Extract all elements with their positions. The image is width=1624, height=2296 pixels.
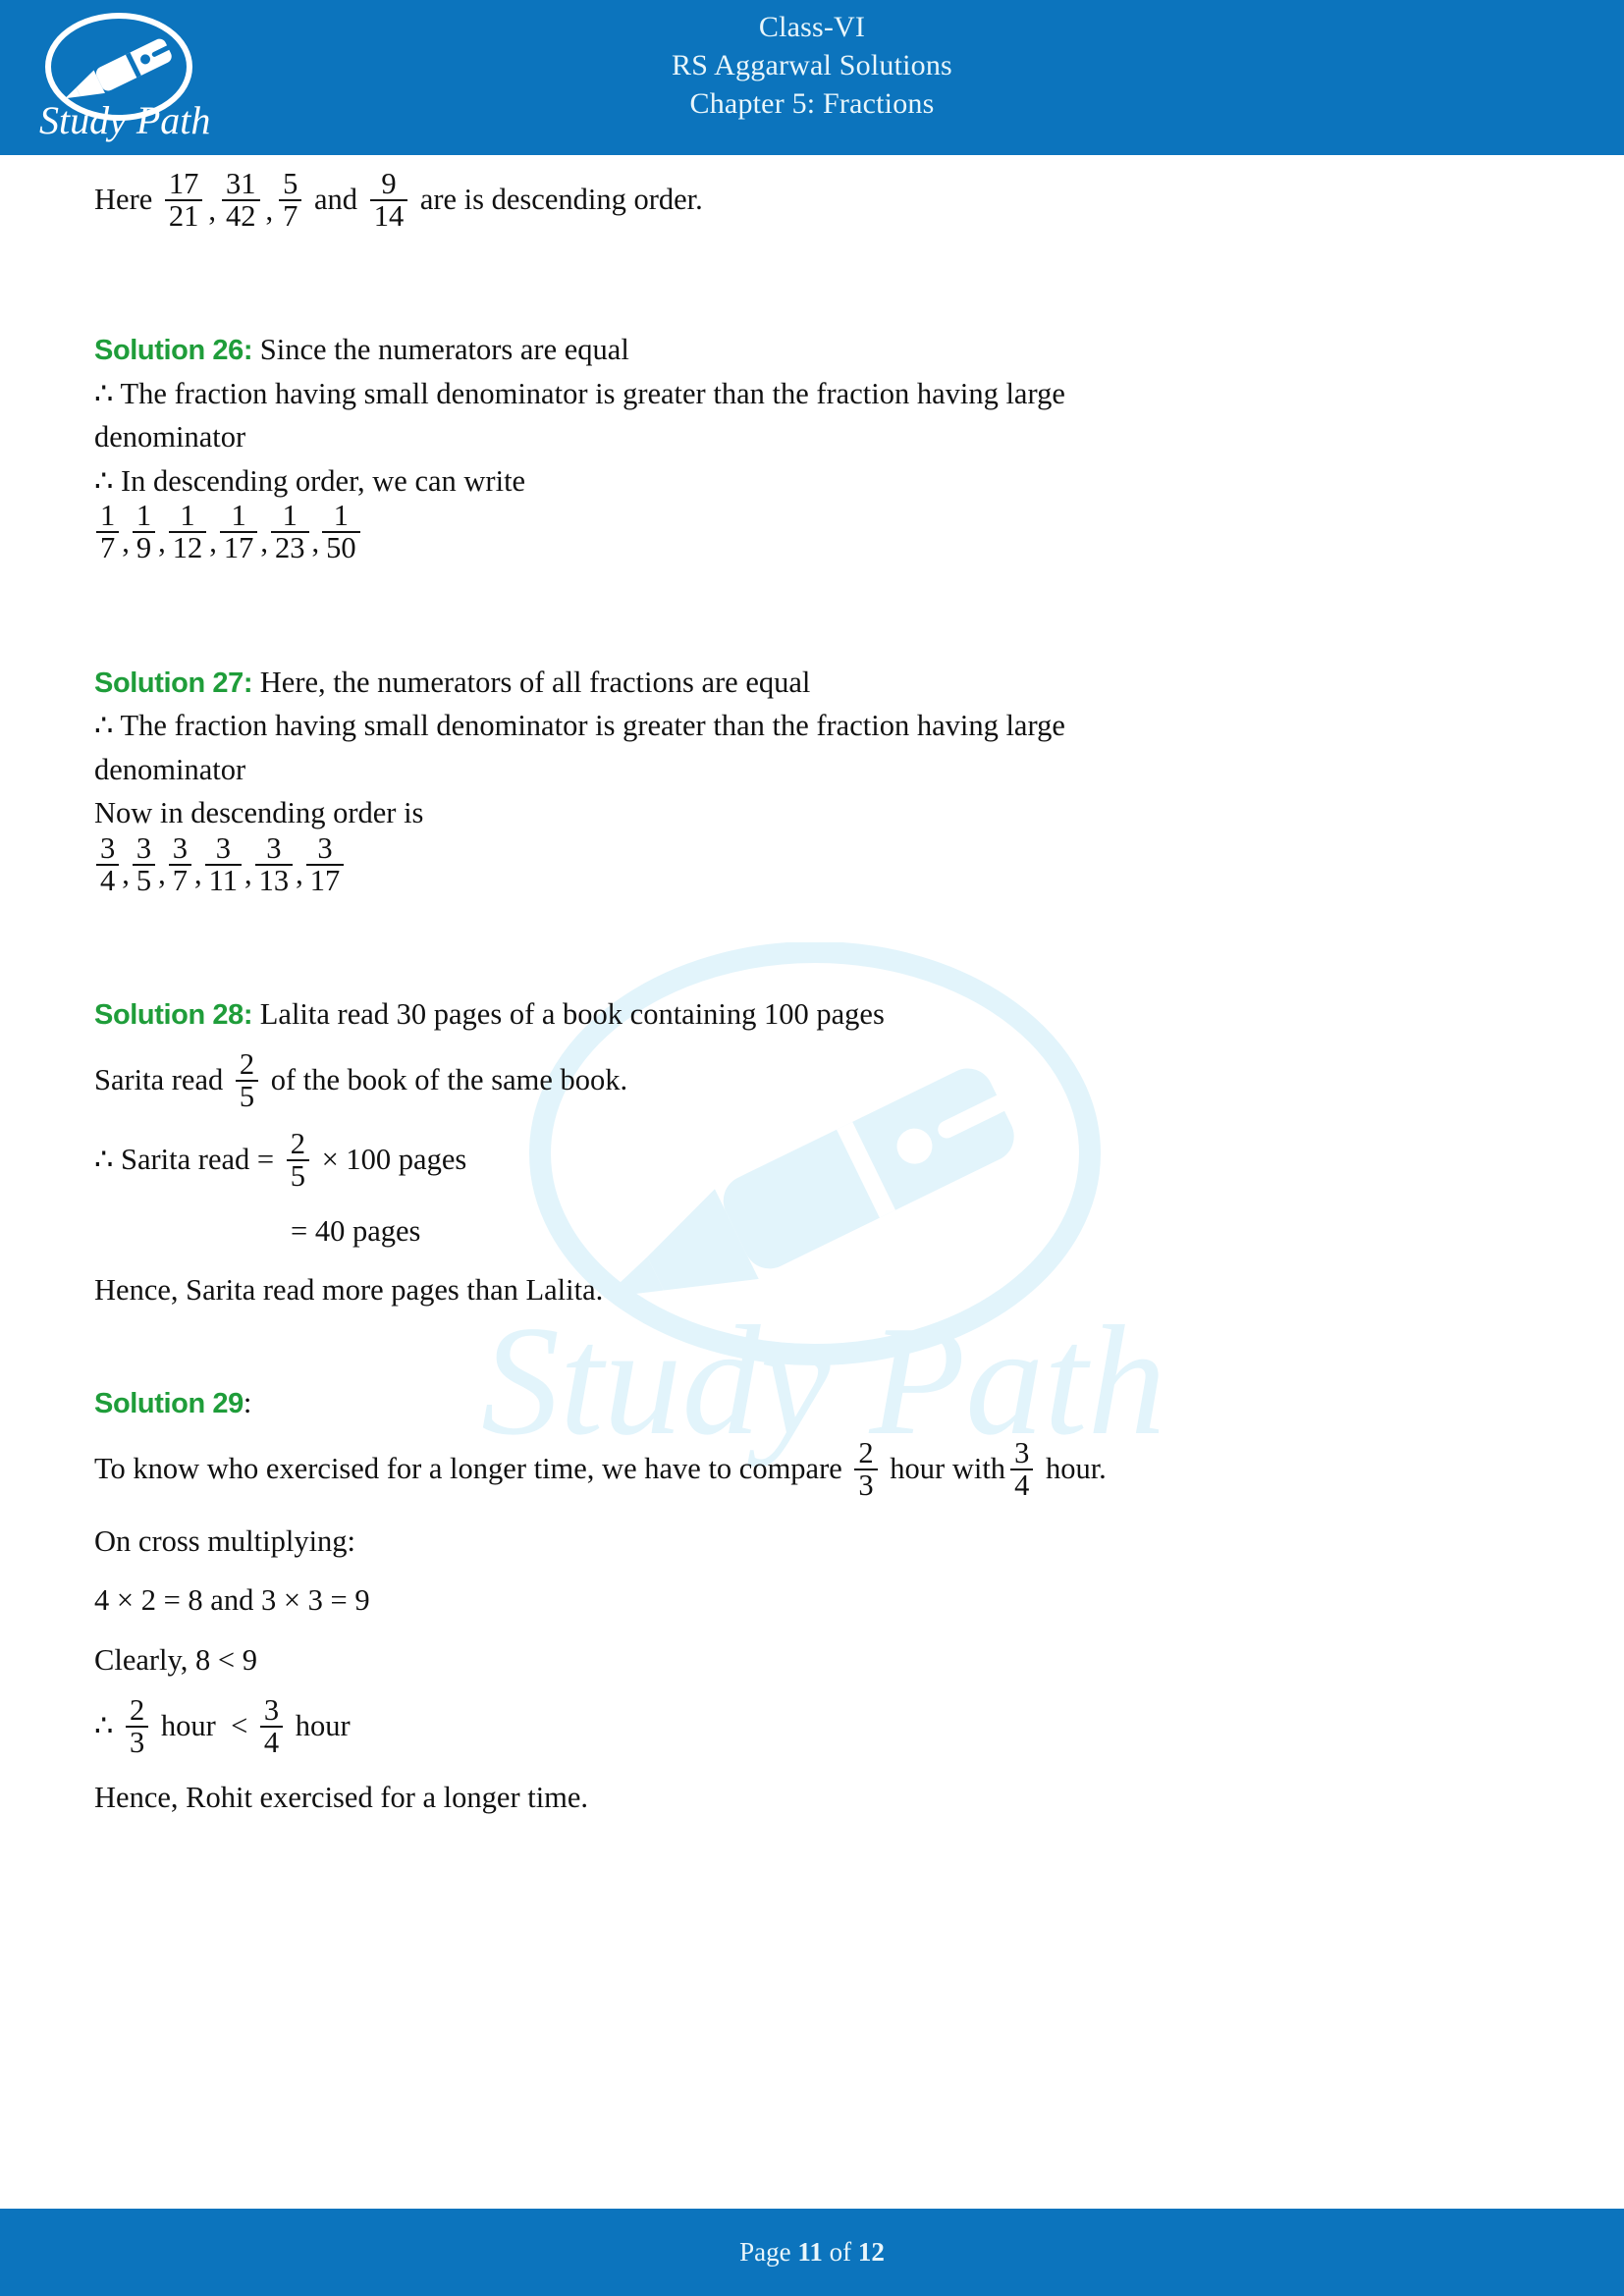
separator-comma: , [260, 525, 268, 560]
intro-fraction-4: 9 14 [369, 168, 408, 232]
solution-29-label: Solution 29 [94, 1387, 244, 1419]
s28-fraction-1: 2 5 [235, 1049, 259, 1112]
separator-comma: , [122, 857, 130, 891]
solution-29-heading-line: Solution 29: [94, 1381, 1530, 1425]
s29-line5-mid1: hour [160, 1709, 216, 1743]
separator-comma: , [296, 857, 303, 891]
s26-fraction-3: 1 12 [168, 501, 207, 563]
s29-line1-mid: hour with [890, 1452, 1006, 1486]
header-class-line: Class-VI [758, 11, 866, 43]
page-header: Study Path Class-VI RS Aggarwal Solution… [0, 0, 1624, 155]
solution-26-line3: denominator [94, 420, 246, 454]
solution-28-line3: ∴ Sarita read = 2 5 × 100 pages [94, 1128, 1530, 1194]
solution-27-line1: Here, the numerators of all fractions ar… [259, 665, 811, 699]
s28-line3-prefix: ∴ Sarita read = [94, 1142, 275, 1176]
solution-26-line1: Since the numerators are equal [259, 333, 629, 367]
solution-27-fraction-list: 3 4 , 3 5 , 3 7 , 3 11 , 3 13 , 3 17 [94, 832, 1530, 898]
s29-line5-mid2: hour [295, 1709, 351, 1743]
separator-comma: , [158, 525, 166, 560]
solution-26-fraction-list: 1 7 , 1 9 , 1 12 , 1 17 , 1 23 , 1 50 [94, 501, 1530, 565]
s26-fraction-1: 1 7 [96, 501, 120, 563]
separator-comma: , [209, 525, 217, 560]
s27-fraction-6: 3 17 [305, 832, 345, 896]
separator-comma: , [311, 525, 320, 560]
solution-27-heading-line: Solution 27: Here, the numerators of all… [94, 661, 1530, 705]
intro-conjunction: and [314, 183, 358, 217]
solution-27-line3: denominator [94, 752, 246, 786]
solution-29-line4: Clearly, 8 < 9 [94, 1642, 257, 1677]
header-chapter-line: Chapter 5: Fractions [689, 87, 935, 120]
solution-28-line1: Lalita read 30 pages of a book containin… [259, 996, 885, 1031]
footer-page-number: 11 [797, 2237, 823, 2267]
solution-27-line2: ∴ The fraction having small denominator … [94, 709, 1065, 743]
s28-line3-suffix: × 100 pages [321, 1142, 467, 1176]
s28-line2-suffix: of the book of the same book. [270, 1063, 628, 1097]
s26-fraction-4: 1 17 [219, 501, 258, 563]
s27-fraction-5: 3 13 [254, 832, 294, 896]
header-title-block: Class-VI RS Aggarwal Solutions Chapter 5… [0, 8, 1624, 123]
solution-26-label: Solution 26: [94, 335, 253, 367]
separator-comma: , [122, 525, 130, 560]
page-indicator: Page 11 of 12 [739, 2237, 885, 2268]
solution-28-line2: Sarita read 2 5 of the book of the same … [94, 1049, 1530, 1114]
s29-line1-suffix: hour. [1045, 1452, 1107, 1486]
separator-comma: , [244, 857, 252, 891]
page-footer: Page 11 of 12 [0, 2209, 1624, 2296]
s27-fraction-2: 3 5 [132, 832, 156, 896]
solution-26-heading-line: Solution 26: Since the numerators are eq… [94, 328, 1530, 372]
footer-of-word: of [829, 2237, 852, 2267]
intro-line: Here 17 21 , 31 42 , 5 7 and 9 14 are is… [94, 168, 1530, 234]
s28-line2-prefix: Sarita read [94, 1063, 224, 1097]
intro-suffix: are is descending order. [419, 183, 703, 217]
s29-fraction-3: 2 3 [126, 1694, 149, 1758]
header-book-line: RS Aggarwal Solutions [672, 49, 952, 81]
s28-fraction-2: 2 5 [286, 1128, 309, 1192]
s29-fraction-2: 3 4 [1010, 1438, 1034, 1501]
intro-prefix: Here [94, 183, 153, 217]
s26-fraction-5: 1 23 [271, 501, 309, 563]
solution-29-line5: ∴ 2 3 hour < 3 4 hour [94, 1694, 1530, 1760]
solution-28-line4: = 40 pages [291, 1213, 421, 1248]
separator-comma: , [194, 857, 202, 891]
s29-line1-prefix: To know who exercised for a longer time,… [94, 1452, 842, 1486]
footer-page-word: Page [739, 2237, 791, 2267]
document-page: Study Path Class-VI RS Aggarwal Solution… [0, 0, 1624, 2296]
solution-29-line3: 4 × 2 = 8 and 3 × 3 = 9 [94, 1583, 370, 1618]
separator-comma: , [158, 857, 166, 891]
intro-fraction-2: 31 42 [222, 168, 260, 232]
s27-fraction-3: 3 7 [168, 832, 191, 896]
solution-26-line4: ∴ In descending order, we can write [94, 463, 526, 498]
intro-fraction-3: 5 7 [279, 168, 302, 232]
intro-fraction-1: 17 21 [164, 168, 203, 232]
solution-28-label: Solution 28: [94, 998, 253, 1031]
s27-fraction-4: 3 11 [204, 832, 242, 896]
s26-fraction-6: 1 50 [322, 501, 360, 563]
solution-29-line2: On cross multiplying: [94, 1523, 356, 1558]
solution-26-line2: ∴ The fraction having small denominator … [94, 376, 1065, 410]
s26-fraction-2: 1 9 [132, 501, 156, 563]
solution-28-heading-line: Solution 28: Lalita read 30 pages of a b… [94, 992, 1530, 1037]
solution-29-line1: To know who exercised for a longer time,… [94, 1438, 1530, 1503]
s27-fraction-1: 3 4 [96, 832, 120, 896]
solution-28-line5: Hence, Sarita read more pages than Lalit… [94, 1273, 604, 1308]
s29-fraction-4: 3 4 [259, 1694, 284, 1758]
solution-27-line4: Now in descending order is [94, 796, 424, 830]
separator-comma: , [208, 192, 217, 227]
document-body: Here 17 21 , 31 42 , 5 7 and 9 14 are is… [0, 155, 1624, 1820]
footer-total-pages: 12 [857, 2237, 885, 2267]
solution-29-label-colon: : [243, 1385, 252, 1419]
s29-less-than-symbol: < [231, 1709, 248, 1743]
separator-comma: , [265, 192, 274, 227]
s29-fraction-1: 2 3 [854, 1438, 878, 1501]
solution-27-label: Solution 27: [94, 667, 253, 699]
solution-29-line6: Hence, Rohit exercised for a longer time… [94, 1781, 589, 1815]
s29-therefore-symbol: ∴ [94, 1709, 114, 1743]
